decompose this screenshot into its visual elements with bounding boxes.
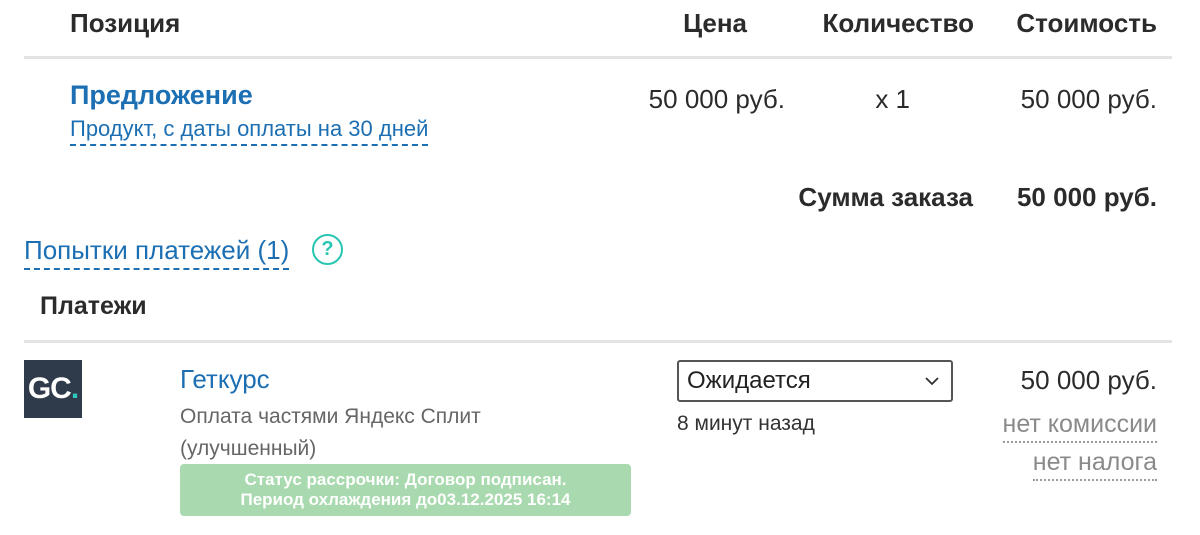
tax-link[interactable]: нет налога bbox=[1032, 448, 1157, 481]
commission-link[interactable]: нет комиссии bbox=[1002, 410, 1157, 443]
payments-heading: Платежи bbox=[40, 292, 147, 320]
header-divider bbox=[24, 56, 1172, 59]
installment-status-line2: Период охлаждения до03.12.2025 16:14 bbox=[240, 490, 571, 509]
item-cost: 50 000 руб. bbox=[1020, 84, 1157, 114]
logo-dot: . bbox=[70, 372, 79, 405]
item-price: 50 000 руб. bbox=[648, 84, 785, 114]
column-header-price: Цена bbox=[683, 8, 747, 38]
payment-provider-link[interactable]: Геткурс bbox=[180, 364, 270, 395]
installment-status-badge: Статус рассрочки: Договор подписан. Пери… bbox=[180, 464, 631, 516]
payment-time-ago: 8 минут назад bbox=[677, 412, 815, 435]
payment-method-text: Оплата частями Яндекс Сплит (улучшенный) bbox=[180, 405, 481, 460]
installment-status-line1: Статус рассрочки: Договор подписан. bbox=[244, 470, 567, 489]
logo-letters: GC bbox=[27, 372, 72, 405]
column-header-cost: Стоимость bbox=[1016, 8, 1157, 38]
help-icon[interactable]: ? bbox=[312, 234, 343, 265]
chevron-down-icon bbox=[925, 377, 939, 386]
column-header-quantity: Количество bbox=[822, 8, 974, 38]
payment-status-value: Ожидается bbox=[687, 367, 811, 394]
payment-attempts-link[interactable]: Попытки платежей (1) bbox=[24, 235, 290, 270]
payment-status-select[interactable]: Ожидается bbox=[677, 360, 953, 402]
column-header-position: Позиция bbox=[70, 8, 181, 38]
getcourse-logo-icon: GC. bbox=[24, 360, 82, 418]
item-quantity: x 1 bbox=[875, 84, 910, 114]
item-subtitle-link[interactable]: Продукт, с даты оплаты на 30 дней bbox=[70, 116, 429, 146]
order-total-label: Сумма заказа bbox=[798, 182, 973, 212]
order-total-value: 50 000 руб. bbox=[1016, 182, 1157, 212]
payments-divider bbox=[24, 340, 1172, 343]
item-title-link[interactable]: Предложение bbox=[70, 80, 253, 111]
payment-amount: 50 000 руб. bbox=[1020, 365, 1157, 395]
